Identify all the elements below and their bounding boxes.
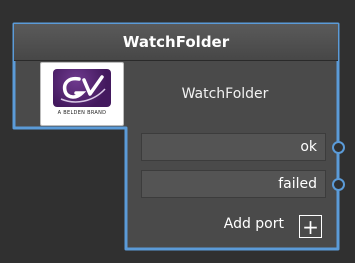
- port-ok-connector-icon[interactable]: [332, 141, 345, 154]
- port-ok[interactable]: ok: [141, 133, 326, 161]
- port-failed[interactable]: failed: [141, 170, 326, 198]
- logo-brand-text: A BELDEN BRAND: [57, 110, 107, 116]
- port-failed-connector-icon[interactable]: [332, 178, 345, 191]
- add-port-button[interactable]: +: [299, 215, 322, 238]
- add-port-label: Add port: [223, 216, 284, 232]
- node-label: WatchFolder: [181, 86, 269, 102]
- plus-icon: +: [302, 214, 319, 239]
- node-logo: A BELDEN BRAND: [40, 62, 124, 126]
- gv-logo-icon: [53, 69, 111, 107]
- node-title[interactable]: WatchFolder: [14, 24, 338, 61]
